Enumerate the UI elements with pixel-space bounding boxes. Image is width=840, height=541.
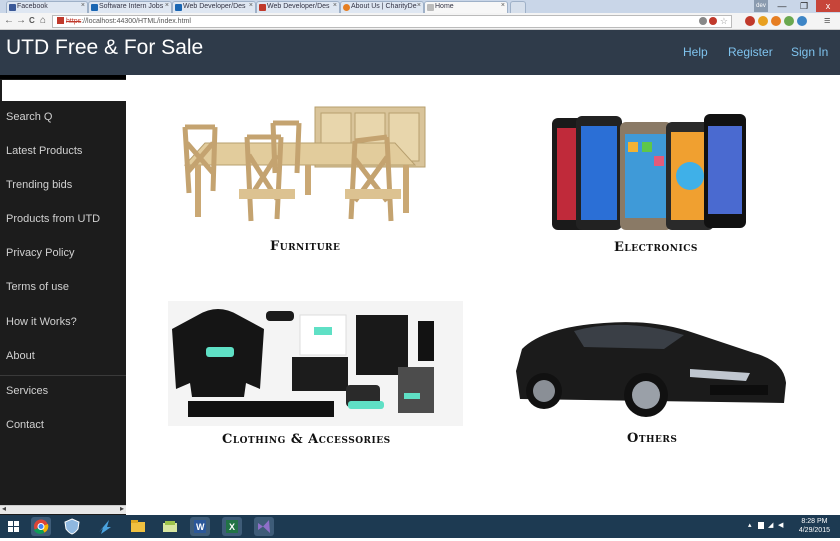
sidebar-search-input[interactable] — [2, 80, 126, 101]
minimize-button[interactable]: — — [772, 0, 792, 12]
register-link[interactable]: Register — [728, 45, 773, 59]
bookmark-star-icon[interactable]: ☆ — [720, 16, 728, 27]
clock-time: 8:28 PM — [801, 518, 828, 525]
chrome-icon[interactable] — [31, 517, 51, 536]
tab-label: Web Developer/Des — [183, 3, 246, 10]
extension-icon[interactable] — [699, 17, 707, 25]
horizontal-scrollbar[interactable]: ◂ ▸ — [0, 504, 126, 514]
volume-icon[interactable]: ◀ — [778, 521, 783, 529]
browser-tab-web-developer-1[interactable]: Web Developer/Des × — [172, 1, 256, 13]
facebook-favicon-icon — [9, 4, 16, 11]
tab-close-icon[interactable]: × — [333, 2, 337, 9]
scroll-right-icon[interactable]: ▸ — [120, 504, 124, 513]
forward-icon[interactable]: → — [16, 15, 26, 27]
site-header: UTD Free & For Sale Help Register Sign I… — [0, 30, 840, 75]
file-explorer-icon[interactable] — [128, 517, 148, 536]
tab-close-icon[interactable]: × — [417, 2, 421, 9]
category-others[interactable]: Others — [627, 431, 677, 446]
url-input[interactable]: https://localhost:44300/HTML/index.html … — [52, 15, 732, 28]
extension-icon[interactable] — [771, 16, 781, 26]
site-favicon-icon — [343, 4, 350, 11]
tab-label: Software Intern Jobs — [99, 3, 164, 10]
electronics-image[interactable] — [548, 112, 748, 234]
window-controls: dev — ❐ x — [750, 0, 840, 13]
url-scheme: https — [66, 18, 82, 25]
home-icon[interactable]: ⌂ — [40, 15, 46, 27]
sidebar-item-privacy-policy[interactable]: Privacy Policy — [6, 247, 74, 259]
furniture-image[interactable] — [165, 103, 435, 231]
browser-tab-home[interactable]: Home × — [424, 1, 508, 13]
visual-studio-code-icon[interactable] — [95, 517, 115, 536]
tab-label: Web Developer/Des — [267, 3, 330, 10]
folder-icon[interactable] — [160, 517, 180, 536]
sidebar-item-latest-products[interactable]: Latest Products — [6, 145, 82, 157]
category-furniture[interactable]: Furniture — [270, 239, 340, 254]
site-title[interactable]: UTD Free & For Sale — [6, 36, 203, 60]
sidebar-item-how-it-works[interactable]: How it Works? — [6, 316, 77, 328]
sidebar: Search Q Latest Products Trending bids P… — [0, 75, 126, 515]
browser-tab-strip: Facebook × Software Intern Jobs × Web De… — [0, 0, 840, 13]
category-electronics[interactable]: Electronics — [614, 240, 698, 255]
menu-icon[interactable]: ≡ — [824, 15, 830, 27]
svg-text:X: X — [229, 522, 235, 532]
tab-close-icon[interactable]: × — [81, 2, 85, 9]
scroll-left-icon[interactable]: ◂ — [2, 504, 6, 513]
sign-in-link[interactable]: Sign In — [791, 45, 828, 59]
insecure-lock-icon — [57, 17, 64, 24]
stop-extension-icon[interactable] — [745, 16, 755, 26]
tab-close-icon[interactable]: × — [249, 2, 253, 9]
site-favicon-icon — [175, 4, 182, 11]
system-tray: ▴ ◢ ◀ — [748, 521, 788, 531]
extension-icon[interactable] — [784, 16, 794, 26]
visual-studio-icon[interactable] — [254, 517, 274, 536]
sidebar-item-services[interactable]: Services — [6, 385, 48, 397]
excel-icon[interactable]: X — [222, 517, 242, 536]
sidebar-top-bar — [0, 75, 126, 79]
address-bar-row: ← → C ⌂ https://localhost:44300/HTML/ind… — [0, 13, 840, 30]
category-clothing-accessories[interactable]: Clothing & Accessories — [222, 432, 391, 447]
svg-text:W: W — [196, 522, 205, 532]
close-window-button[interactable]: x — [816, 0, 840, 12]
browser-tab-web-developer-2[interactable]: Web Developer/Des × — [256, 1, 340, 13]
browser-tab-charity[interactable]: About Us | CharityDe × — [340, 1, 424, 13]
tab-close-icon[interactable]: × — [165, 2, 169, 9]
restore-button[interactable]: ❐ — [794, 0, 814, 12]
cloud-extension-icon[interactable] — [797, 16, 807, 26]
page-favicon-icon — [427, 4, 434, 11]
site-favicon-icon — [91, 4, 98, 11]
others-car-image[interactable] — [514, 309, 792, 421]
sidebar-item-search[interactable]: Search Q — [6, 111, 52, 123]
browser-tab-software-intern[interactable]: Software Intern Jobs × — [88, 1, 172, 13]
windows-start-icon[interactable] — [4, 517, 24, 536]
sidebar-item-products-from-utd[interactable]: Products from UTD — [6, 213, 100, 225]
sidebar-item-contact[interactable]: Contact — [6, 419, 44, 431]
browser-tab-facebook[interactable]: Facebook × — [6, 1, 88, 13]
gmail-favicon-icon — [259, 4, 266, 11]
sidebar-item-about[interactable]: About — [6, 350, 35, 362]
tab-close-icon[interactable]: × — [501, 2, 505, 9]
security-shield-icon[interactable] — [62, 517, 82, 536]
clock-date: 4/29/2015 — [798, 527, 830, 534]
tray-expand-icon[interactable]: ▴ — [748, 521, 752, 529]
adblock-icon[interactable] — [709, 17, 717, 25]
tray-flag-icon[interactable] — [758, 522, 764, 529]
new-tab-button[interactable] — [510, 1, 526, 13]
back-icon[interactable]: ← — [4, 15, 14, 27]
extension-icon[interactable] — [758, 16, 768, 26]
tab-label: Facebook — [17, 3, 48, 10]
clock[interactable]: 8:28 PM 4/29/2015 — [799, 517, 830, 535]
reload-icon[interactable]: C — [29, 15, 35, 27]
sidebar-item-terms-of-use[interactable]: Terms of use — [6, 281, 69, 293]
sidebar-divider — [0, 375, 126, 376]
help-link[interactable]: Help — [683, 45, 708, 59]
user-badge[interactable]: dev — [754, 0, 768, 12]
tab-label: About Us | CharityDe — [351, 3, 417, 10]
tab-label: Home — [435, 3, 454, 10]
windows-taskbar: W X ▴ ◢ ◀ 8:28 PM 4/29/2015 — [0, 515, 840, 538]
network-icon[interactable]: ◢ — [768, 521, 773, 529]
sidebar-item-trending-bids[interactable]: Trending bids — [6, 179, 72, 191]
url-path: ://localhost:44300/HTML/index.html — [81, 18, 191, 25]
clothing-image[interactable] — [168, 301, 463, 426]
word-icon[interactable]: W — [190, 517, 210, 536]
